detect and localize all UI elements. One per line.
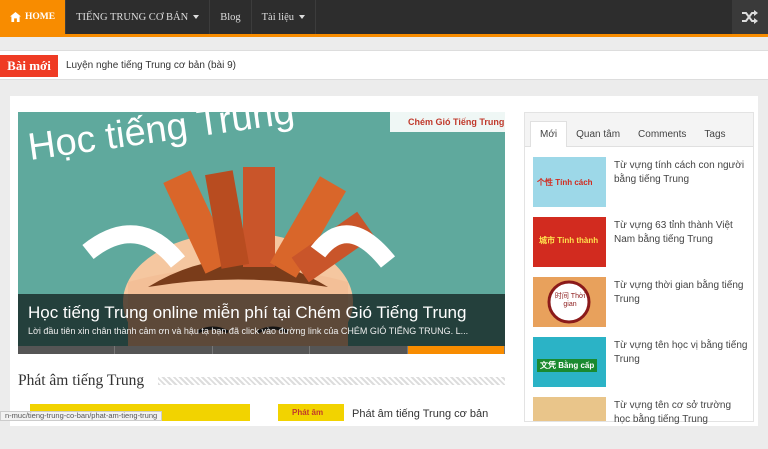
tab-moi[interactable]: Mới xyxy=(530,121,568,147)
nav-blog[interactable]: Blog xyxy=(210,0,252,34)
post-thumbnail[interactable]: 个性 Tính cách xyxy=(533,157,606,207)
section-header: Phát âm tiếng Trung xyxy=(18,372,505,392)
list-item-title[interactable]: Từ vựng 63 tỉnh thành Việt Nam bằng tiến… xyxy=(614,219,749,247)
chevron-down-icon xyxy=(299,15,305,19)
sidebar-widget: Mới Quan tâm Comments Tags 个性 Tính cách … xyxy=(524,112,754,425)
list-item[interactable]: 文凭 Bằng cấp Từ vựng tên học vị bằng tiến… xyxy=(533,337,753,389)
nav-tai-lieu-label: Tài liệu xyxy=(261,11,294,23)
tab-tags[interactable]: Tags xyxy=(695,121,734,147)
breaking-news-headline[interactable]: Luyện nghe tiếng Trung cơ bản (bài 9) xyxy=(66,60,236,71)
nav-tai-lieu[interactable]: Tài liệu xyxy=(252,0,316,34)
slider-excerpt: Lời đầu tiên xin chân thành cảm ơn và hậ… xyxy=(28,326,469,336)
chevron-down-icon xyxy=(193,15,200,19)
list-item[interactable]: 城市 Tỉnh thành Từ vựng 63 tỉnh thành Việt… xyxy=(533,217,753,269)
list-item-title[interactable]: Từ vựng thời gian bằng tiếng Trung xyxy=(614,279,749,307)
nav-home-label: HOME xyxy=(25,12,56,22)
list-item[interactable]: Từ vựng tên cơ sở trường học bằng tiếng … xyxy=(533,397,753,449)
slider-dot-active[interactable] xyxy=(407,346,505,354)
status-bar-url: n-muc/tieng-trung-co-ban/phat-am-tieng-t… xyxy=(0,411,163,421)
slider-dot[interactable] xyxy=(212,346,311,354)
post-thumbnail-text: 时间 Thời gian xyxy=(554,293,586,308)
breaking-news-bar: Bài mới Luyện nghe tiếng Trung cơ bản (b… xyxy=(0,50,768,80)
list-item[interactable]: 个性 Tính cách Từ vựng tính cách con người… xyxy=(533,157,753,209)
tab-comments[interactable]: Comments xyxy=(629,121,695,147)
post-thumbnail-small[interactable]: Phát âm xyxy=(278,404,344,421)
home-icon xyxy=(10,12,21,22)
slider-pagination xyxy=(18,346,505,354)
breaking-news-label: Bài mới xyxy=(0,55,58,77)
nav-tieng-trung-co-ban[interactable]: TIẾNG TRUNG CƠ BẢN xyxy=(66,0,211,34)
slider-dot[interactable] xyxy=(310,346,408,354)
post-title[interactable]: Phát âm tiếng Trung cơ bản xyxy=(352,408,488,420)
brand-logo-text: Chém Gió Tiếng Trung xyxy=(408,117,504,127)
slider-dot[interactable] xyxy=(115,346,213,354)
featured-slider[interactable]: Học tiếng Trung Chém Gió Tiếng Trung Học… xyxy=(18,112,505,354)
post-thumbnail-text: 城市 Tỉnh thành xyxy=(539,236,599,245)
post-thumbnail-text: 文凭 Bằng cấp xyxy=(537,359,598,372)
slider-dot[interactable] xyxy=(18,346,116,354)
nav-blog-label: Blog xyxy=(220,11,241,23)
shuffle-icon xyxy=(742,10,758,24)
main-nav: HOME TIẾNG TRUNG CƠ BẢN Blog Tài liệu xyxy=(0,0,316,34)
post-thumbnail-text: 个性 Tính cách xyxy=(537,178,593,187)
post-thumbnail[interactable] xyxy=(533,397,606,421)
list-item-title[interactable]: Từ vựng tên cơ sở trường học bằng tiếng … xyxy=(614,399,749,427)
post-thumbnail[interactable]: 城市 Tỉnh thành xyxy=(533,217,606,267)
list-item[interactable]: 时间 Thời gian Từ vựng thời gian bằng tiến… xyxy=(533,277,753,329)
section-divider xyxy=(158,377,505,385)
post-thumbnail[interactable]: 文凭 Bằng cấp xyxy=(533,337,606,387)
post-thumbnail[interactable]: 时间 Thời gian xyxy=(533,277,606,327)
list-item-title[interactable]: Từ vựng tên học vị bằng tiếng Trung xyxy=(614,339,749,367)
top-navbar: HOME TIẾNG TRUNG CƠ BẢN Blog Tài liệu xyxy=(0,0,768,34)
accent-stripe xyxy=(0,34,768,37)
random-post-button[interactable] xyxy=(732,0,768,34)
slider-title[interactable]: Học tiếng Trung online miễn phí tại Chém… xyxy=(28,303,466,323)
tab-quan-tam[interactable]: Quan tâm xyxy=(567,121,629,147)
nav-home[interactable]: HOME xyxy=(0,0,67,34)
slider-caption: Học tiếng Trung online miễn phí tại Chém… xyxy=(18,294,505,346)
section-title[interactable]: Phát âm tiếng Trung xyxy=(18,372,153,390)
post-thumbnail-text: Phát âm xyxy=(292,408,324,417)
sidebar-tabs: Mới Quan tâm Comments Tags xyxy=(525,113,753,147)
nav-tieng-trung-co-ban-label: TIẾNG TRUNG CƠ BẢN xyxy=(76,11,189,23)
list-item-title[interactable]: Từ vựng tính cách con người bằng tiếng T… xyxy=(614,159,749,187)
